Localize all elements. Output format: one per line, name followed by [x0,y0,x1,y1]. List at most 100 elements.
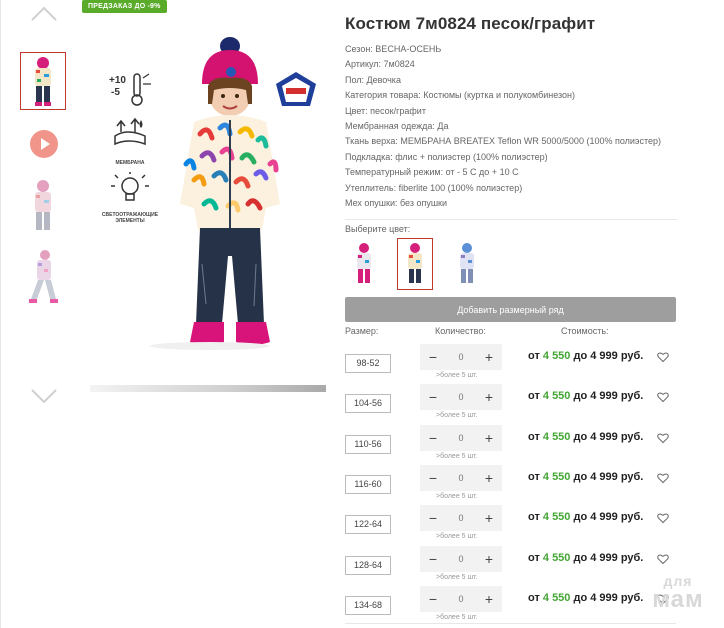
size-value: 104-56 [345,394,391,414]
promo-badge: ПРЕДЗАКАЗ ДО -9% [82,0,167,13]
minus-icon[interactable]: − [424,550,442,568]
price-from: от [528,430,543,443]
more-than-5-note: >более 5 шт. [436,372,478,379]
heart-icon[interactable] [657,471,669,484]
size-value: 116-60 [345,474,391,494]
plus-icon[interactable]: + [480,348,498,366]
reflective-caption: СВЕТООТРАЖАЮЩИЕ ЭЛЕМЕНТЫ [101,212,159,224]
attr-category: Категория товара: Костюмы (куртка и полу… [345,90,576,101]
size-row: 116-60−+>более 5 шт.от 4 550 до 4 999 ру… [345,464,677,505]
play-video-icon[interactable] [30,130,58,158]
price-range: от 4 550 до 4 999 руб. [528,431,643,443]
size-row: 104-56−+>более 5 шт.от 4 550 до 4 999 ру… [345,384,677,424]
heart-icon[interactable] [657,552,669,564]
size-row: 134-68−+>более 5 шт.от 4 550 до 4 999 ру… [345,585,677,626]
price-low: 4 550 [542,350,571,362]
price-range: от 4 550 до 4 999 руб. [528,390,643,402]
quantity-input[interactable] [446,510,476,527]
price-from: от [528,551,543,564]
price-range: от 4 550 до 4 999 руб. [528,511,643,523]
quantity-input[interactable] [446,469,476,486]
quantity-stepper: −+ [420,384,502,411]
plus-icon[interactable]: + [480,509,498,527]
thumbnail-4[interactable] [20,248,66,306]
thumbnail-1[interactable] [20,52,66,110]
plus-icon[interactable]: + [480,388,498,406]
price-low: 4 550 [542,430,571,443]
plus-icon[interactable]: + [480,429,498,447]
price-to: до 4 999 руб. [570,390,644,403]
watermark-line2: мам [652,586,704,613]
size-value: 128-64 [345,555,391,575]
attr-fabric: Ткань верха: МЕМБРАНА BREATEX Teflon WR … [345,136,662,147]
price-to: до 4 999 руб. [570,511,644,524]
attr-gender: Пол: Девочка [345,74,401,85]
price-header: Стоимость: [561,326,609,336]
quantity-input[interactable] [446,550,476,567]
quantity-stepper: −+ [420,424,502,451]
attr-article: Артикул: 7м0824 [345,59,415,70]
size-value: 98-52 [345,354,391,373]
price-to: до 4 999 руб. [570,470,644,483]
plus-icon[interactable]: + [480,550,498,568]
quantity-stepper: −+ [420,344,502,370]
more-than-5-note: >более 5 шт. [436,613,478,621]
more-than-5-note: >более 5 шт. [436,533,478,541]
quantity-input[interactable] [446,429,476,446]
reflective-icon [111,172,149,201]
heart-icon[interactable] [657,431,669,443]
quantity-input[interactable] [446,349,476,365]
minus-icon[interactable]: − [424,469,442,487]
size-value: 122-64 [345,515,391,535]
size-row: 122-64 − +>более 5 шт. от 4 550 до 4 999 ру… [345,505,677,545]
minus-icon[interactable]: − [424,509,442,527]
quantity-stepper: −+ [420,464,502,491]
price-from: от [528,470,543,483]
gallery-scrollbar[interactable] [90,385,326,392]
svg-text:-5: -5 [111,87,120,98]
bottom-divider [345,623,676,624]
price-range: от 4 550 до 4 999 руб. [528,592,643,604]
heart-icon[interactable] [657,511,669,524]
more-than-5-note: >более 5 шт. [436,412,478,420]
attr-membrane: Мембранная одежда: Да [345,120,449,131]
chevron-up-icon[interactable] [30,4,58,24]
quantity-input[interactable] [446,389,476,406]
price-low: 4 550 [542,551,571,564]
size-row: 110-56−+>более 5 шт.от 4 550 до 4 999 ру… [345,424,677,465]
minus-icon[interactable]: − [424,590,442,608]
minus-icon[interactable]: − [424,429,442,447]
attr-color: Цвет: песок/графит [345,105,426,116]
temperature-feature: +10 -5 [100,70,160,115]
attr-season: Сезон: ВЕСНА-ОСЕНЬ [345,44,442,54]
price-range: от 4 550 до 4 999 руб. [528,350,643,362]
color-swatch-3[interactable] [449,238,485,290]
quantity-stepper: −+ [420,545,502,572]
minus-icon[interactable]: − [424,348,442,366]
divider [345,219,677,221]
more-than-5-note: >более 5 шт. [436,492,478,500]
plus-icon[interactable]: + [480,590,498,608]
add-size-row-button[interactable]: Добавить размерный ряд [345,297,676,322]
heart-icon[interactable] [657,350,669,363]
more-than-5-note: >более 5 шт. [436,573,478,581]
price-from: от [528,350,543,362]
quantity-input[interactable] [446,590,476,607]
price-from: от [528,591,543,604]
price-range: от 4 550 до 4 999 руб. [528,552,643,564]
price-from: от [528,511,543,524]
attr-temperature: Температурный режим: от - 5 С до + 10 С [345,167,519,178]
thumbnail-column [0,0,86,628]
size-value: 110-56 [345,434,391,454]
heart-icon[interactable] [657,390,669,403]
price-to: до 4 999 руб. [570,430,644,443]
color-swatch-1[interactable] [345,238,381,290]
size-row: 98-52−+>более 5 шт.от 4 550 до 4 999 руб… [345,344,677,384]
plus-icon[interactable]: + [480,469,498,487]
attr-lining: Подкладка: флис + полиэстер (100% полиэс… [345,151,548,162]
price-low: 4 550 [542,591,571,604]
chevron-down-icon[interactable] [30,386,58,406]
minus-icon[interactable]: − [424,388,442,406]
thumbnail-3[interactable] [20,178,66,236]
color-swatch-2-selected[interactable] [397,238,433,291]
